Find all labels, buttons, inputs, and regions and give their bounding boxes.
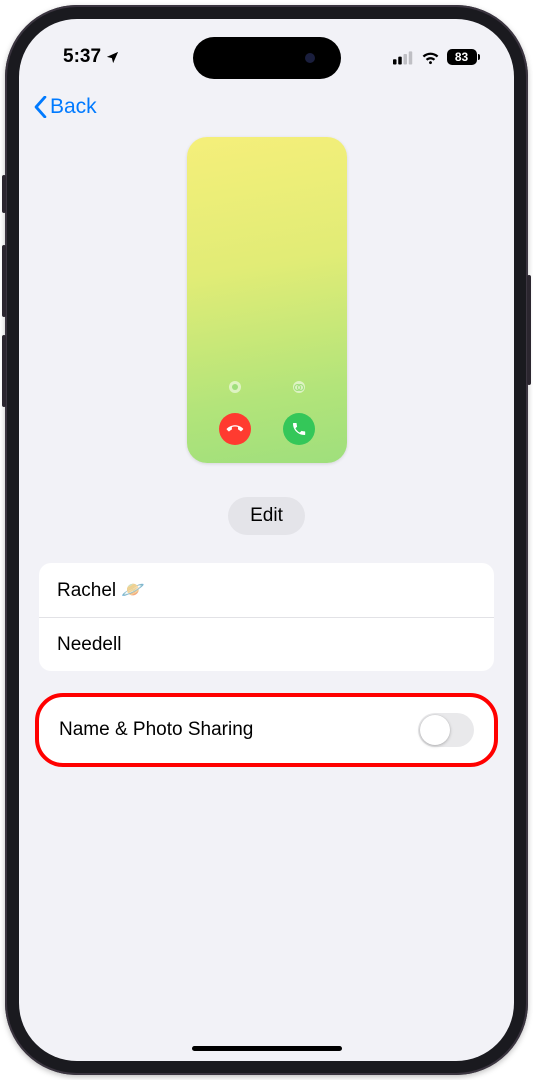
name-fields-group: Rachel 🪐 Needell: [39, 563, 494, 671]
decline-call-icon: [219, 413, 251, 445]
chevron-left-icon: [33, 96, 48, 118]
side-button: [527, 275, 531, 385]
back-button[interactable]: Back: [33, 95, 97, 119]
sharing-label: Name & Photo Sharing: [59, 719, 253, 741]
contact-poster[interactable]: [187, 137, 347, 463]
poster-call-row: [187, 413, 347, 445]
contact-poster-preview: [19, 137, 514, 463]
accept-call-icon: [283, 413, 315, 445]
mute-switch: [2, 175, 6, 213]
poster-options-row: [187, 381, 347, 393]
dynamic-island: [193, 37, 341, 79]
nav-bar: Back: [19, 85, 514, 123]
sharing-group-highlighted: Name & Photo Sharing: [35, 693, 498, 767]
volume-down-button: [2, 335, 6, 407]
content: Back: [19, 19, 514, 1061]
home-indicator[interactable]: [192, 1046, 342, 1051]
back-label: Back: [50, 95, 97, 119]
toggle-knob: [420, 715, 450, 745]
edit-button-wrap: Edit: [19, 497, 514, 535]
edit-button[interactable]: Edit: [228, 497, 305, 535]
last-name-field[interactable]: Needell: [39, 617, 494, 671]
last-name-value: Needell: [57, 634, 121, 656]
first-name-field[interactable]: Rachel 🪐: [39, 563, 494, 617]
voicemail-icon: [293, 381, 305, 393]
screen: 5:37: [19, 19, 514, 1061]
volume-up-button: [2, 245, 6, 317]
first-name-value: Rachel 🪐: [57, 578, 145, 602]
device-frame: 5:37: [5, 5, 528, 1075]
sharing-toggle[interactable]: [418, 713, 474, 747]
message-icon: [229, 381, 241, 393]
name-photo-sharing-row[interactable]: Name & Photo Sharing: [43, 699, 490, 761]
